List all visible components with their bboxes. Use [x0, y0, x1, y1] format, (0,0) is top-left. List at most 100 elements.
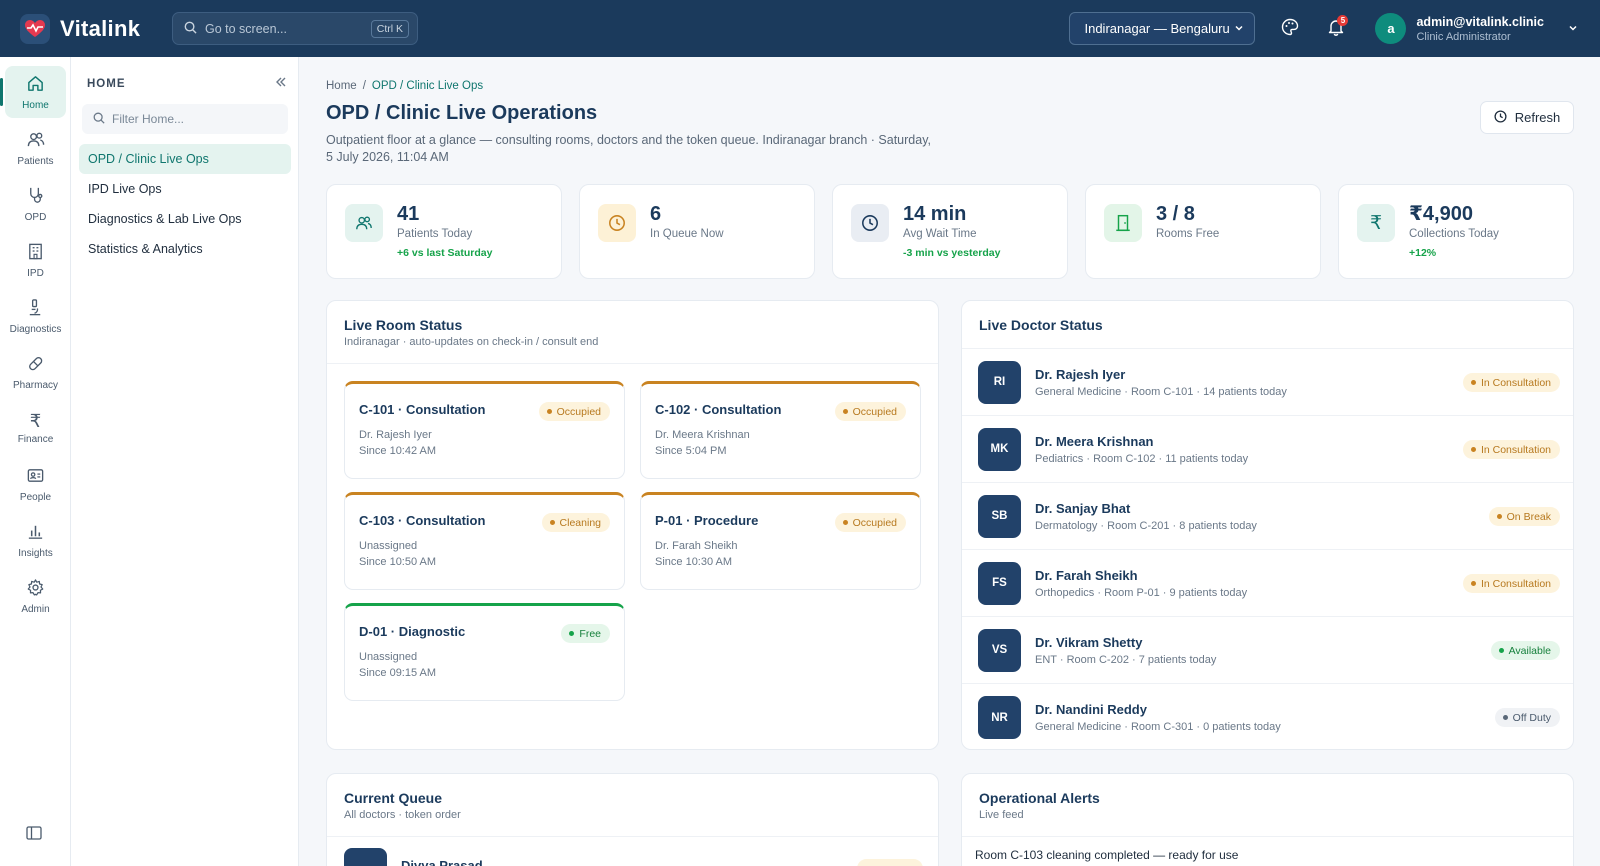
- status-badge: Occupied: [538, 402, 610, 421]
- kpi-value: 6: [650, 203, 662, 225]
- rail-item-people[interactable]: People: [5, 458, 66, 510]
- id-card-icon: [26, 466, 45, 488]
- card-title: Operational Alerts: [979, 790, 1100, 806]
- doctor-meta: Orthopedics · Room P-01 · 9 patients tod…: [1035, 586, 1248, 599]
- theme-palette-button[interactable]: [1277, 16, 1303, 42]
- page-title: OPD / Clinic Live Operations: [326, 102, 598, 124]
- room-card[interactable]: C-102 · Consultation Occupied Dr. Meera …: [640, 381, 921, 479]
- kpi-label: Patients Today: [397, 228, 473, 240]
- room-card[interactable]: C-103 · Consultation Cleaning Unassigned…: [344, 492, 625, 590]
- live-doctor-status-card: Live Doctor Status RI Dr. Rajesh Iyer Gen…: [961, 300, 1574, 750]
- notifications-button[interactable]: 5: [1323, 14, 1349, 42]
- rail-item-label: Pharmacy: [12, 379, 58, 391]
- patient-name: Divya Prasad: [401, 858, 483, 866]
- clock-icon: [851, 204, 889, 242]
- go-to-screen-search[interactable]: Go to screen... Ctrl K: [172, 12, 418, 45]
- breadcrumb: Home / OPD / Clinic Live Ops: [326, 80, 483, 92]
- alert-item[interactable]: Room C-103 cleaning completed — ready fo…: [962, 837, 1573, 866]
- room-since: Since 5:04 PM: [655, 445, 727, 457]
- kpi-value: ₹4,900: [1409, 203, 1473, 225]
- filter-input[interactable]: Filter Home...: [82, 104, 288, 134]
- rail-item-opd[interactable]: OPD: [5, 178, 66, 230]
- pill-icon: [26, 354, 45, 376]
- breadcrumb-home[interactable]: Home: [326, 80, 357, 92]
- search-shortcut: Ctrl K: [370, 19, 409, 38]
- doctor-meta: ENT · Room C-202 · 7 patients today: [1035, 653, 1217, 666]
- rail-item-admin[interactable]: Admin: [5, 570, 66, 622]
- queue-row[interactable]: Divya Prasad: [327, 837, 938, 866]
- collapse-sidebar-button[interactable]: [275, 76, 287, 91]
- refresh-button[interactable]: Refresh: [1480, 101, 1574, 134]
- nav-item-opd-live-ops[interactable]: OPD / Clinic Live Ops: [79, 144, 291, 174]
- doctor-meta: General Medicine · Room C-301 · 0 patien…: [1035, 721, 1281, 733]
- status-badge: In Consultation: [1462, 373, 1560, 392]
- rail-item-insights[interactable]: Insights: [5, 514, 66, 566]
- card-title: Live Doctor Status: [979, 317, 1103, 333]
- room-card[interactable]: C-101 · Consultation Occupied Dr. Rajesh…: [344, 381, 625, 479]
- kpi-collections: ₹ ₹4,900 Collections Today +12%: [1338, 184, 1574, 279]
- kpi-label: Avg Wait Time: [903, 228, 977, 240]
- section-sidebar: HOME Filter Home... OPD / Clinic Live Op…: [71, 57, 299, 866]
- kpi-delta: +6 vs last Saturday: [397, 247, 493, 259]
- brand[interactable]: Vitalink: [0, 13, 172, 44]
- status-badge: Free: [561, 624, 610, 643]
- search-placeholder: Go to screen...: [205, 21, 287, 36]
- kpi-row: 41 Patients Today +6 vs last Saturday 6 In …: [326, 184, 1574, 279]
- rail-item-label: Insights: [18, 547, 53, 559]
- kpi-value: 41: [397, 203, 420, 225]
- kpi-avg-wait: 14 min Avg Wait Time -3 min vs yesterday: [832, 184, 1068, 279]
- toggle-sidebar-button[interactable]: [26, 826, 42, 843]
- rail-item-label: People: [19, 491, 52, 503]
- room-doctor: Dr. Rajesh Iyer: [359, 429, 432, 441]
- top-bar: Vitalink Go to screen... Ctrl K Indirana…: [0, 0, 1600, 57]
- branch-select[interactable]: Indiranagar — Bengaluru: [1069, 12, 1256, 45]
- status-badge: Available: [1490, 641, 1560, 660]
- doctor-meta: Pediatrics · Room C-102 · 11 patients to…: [1035, 452, 1249, 465]
- refresh-label: Refresh: [1514, 110, 1561, 125]
- sidebar-nav: OPD / Clinic Live Ops IPD Live Ops Diagn…: [79, 144, 291, 264]
- avatar: FS: [978, 561, 1021, 605]
- doctor-row[interactable]: SB Dr. Sanjay Bhat Dermatology · Room C-2…: [962, 483, 1573, 550]
- nav-item-diagnostics-lab-live-ops[interactable]: Diagnostics & Lab Live Ops: [79, 204, 291, 234]
- nav-item-statistics-analytics[interactable]: Statistics & Analytics: [79, 234, 291, 264]
- doctor-row[interactable]: RI Dr. Rajesh Iyer General Medicine · Roo…: [962, 349, 1573, 416]
- nav-item-ipd-live-ops[interactable]: IPD Live Ops: [79, 174, 291, 204]
- status-badge: Cleaning: [541, 513, 610, 532]
- gear-icon: [26, 578, 45, 600]
- card-subtitle: All doctors · token order: [344, 809, 461, 821]
- avatar: NR: [978, 696, 1021, 739]
- rail-item-finance[interactable]: ₹ Finance: [5, 402, 66, 454]
- kpi-value: 3 / 8: [1156, 203, 1195, 225]
- room-card[interactable]: D-01 · Diagnostic Free Unassigned Since …: [344, 603, 625, 701]
- doctor-name: Dr. Farah Sheikh: [1035, 567, 1138, 583]
- chevron-down-icon: [1568, 21, 1578, 36]
- page-subtitle: Outpatient floor at a glance — consultin…: [326, 133, 931, 164]
- operational-alerts-card: Operational Alerts Live feed Room C-103 …: [961, 773, 1574, 866]
- chevron-down-icon: [1234, 21, 1244, 36]
- rail-item-patients[interactable]: Patients: [5, 122, 66, 174]
- doctor-row[interactable]: VS Dr. Vikram Shetty ENT · Room C-202 · 7…: [962, 617, 1573, 684]
- doctor-row[interactable]: MK Dr. Meera Krishnan Pediatrics · Room C…: [962, 416, 1573, 483]
- rail-item-ipd[interactable]: IPD: [5, 234, 66, 286]
- live-room-status-card: Live Room Status Indiranagar · auto-upda…: [326, 300, 939, 750]
- user-menu[interactable]: a admin@vitalink.clinic Clinic Administr…: [1375, 13, 1578, 44]
- doctor-name: Dr. Meera Krishnan: [1035, 433, 1154, 449]
- doctor-row[interactable]: NR Dr. Nandini Reddy General Medicine · R…: [962, 684, 1573, 749]
- rail-item-home[interactable]: Home: [0, 66, 66, 118]
- current-queue-card: Current Queue All doctors · token order …: [326, 773, 939, 866]
- room-card[interactable]: P-01 · Procedure Occupied Dr. Farah Shei…: [640, 492, 921, 590]
- users-icon: [345, 204, 383, 242]
- doctor-meta: Dermatology · Room C-201 · 8 patients to…: [1035, 519, 1257, 532]
- kpi-rooms-free: 3 / 8 Rooms Free: [1085, 184, 1321, 279]
- rail-item-label: Diagnostics: [9, 323, 62, 335]
- avatar: a: [1375, 13, 1407, 44]
- room-doctor: Unassigned: [359, 651, 418, 663]
- rail-item-diagnostics[interactable]: Diagnostics: [5, 290, 66, 342]
- doctor-row[interactable]: FS Dr. Farah Sheikh Orthopedics · Room P-…: [962, 550, 1573, 617]
- room-doctor: Dr. Meera Krishnan: [655, 429, 750, 441]
- card-subtitle: Live feed: [979, 809, 1024, 821]
- card-title: Live Room Status: [344, 317, 463, 333]
- rail-item-pharmacy[interactable]: Pharmacy: [5, 346, 66, 398]
- palette-icon: [1281, 18, 1299, 39]
- avatar: RI: [978, 360, 1021, 404]
